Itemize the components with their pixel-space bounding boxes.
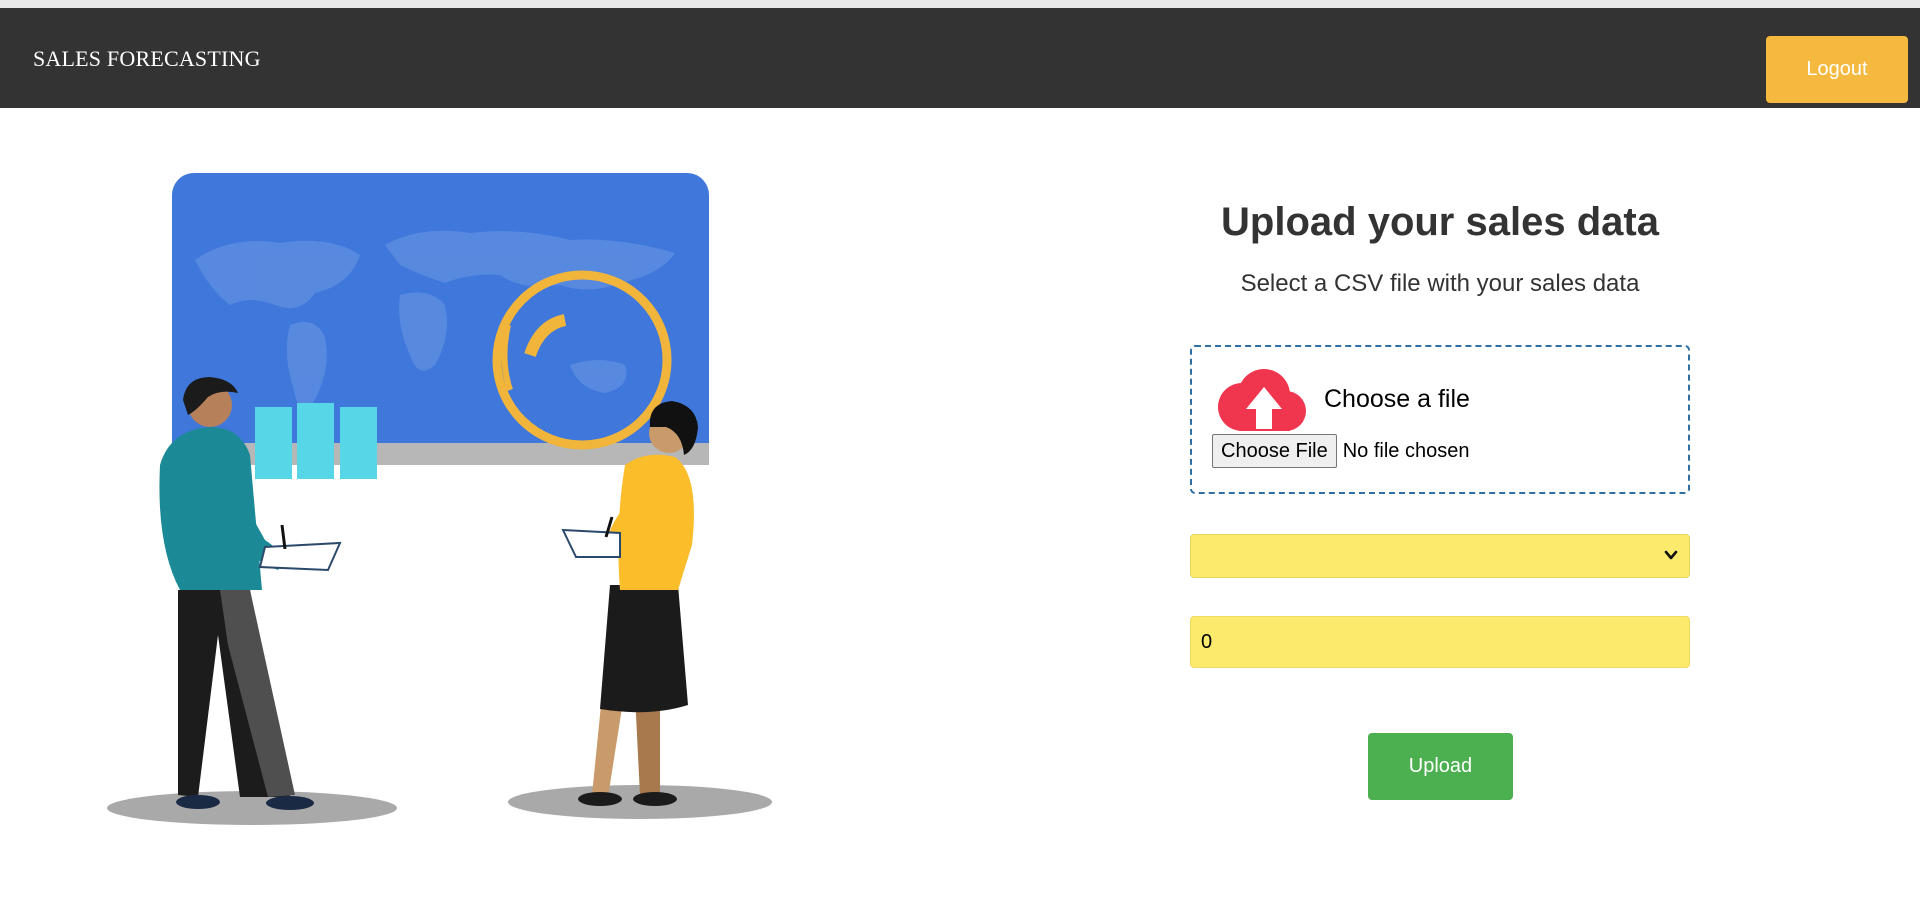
- column-select[interactable]: [1190, 534, 1690, 578]
- form-subtitle: Select a CSV file with your sales data: [1240, 270, 1640, 297]
- logout-button[interactable]: Logout: [1766, 36, 1908, 103]
- upload-button[interactable]: Upload: [1368, 733, 1513, 800]
- cloud-upload-icon: [1218, 369, 1306, 431]
- screen-bar-3: [340, 407, 377, 479]
- screen-bar-1: [255, 407, 292, 479]
- form-title: Upload your sales data: [1221, 200, 1659, 244]
- screen-bar-2: [297, 403, 334, 479]
- sales-presentation-illustration: [107, 173, 772, 825]
- top-strip: [0, 0, 1920, 8]
- monitor: [172, 173, 709, 479]
- forecast-number-input[interactable]: [1190, 616, 1690, 668]
- file-dropzone[interactable]: Choose a file Choose File No file chosen: [1190, 345, 1690, 494]
- chevron-down-icon: [1664, 550, 1678, 560]
- choose-file-label: Choose a file: [1324, 385, 1470, 413]
- file-input-row: Choose File No file chosen: [1212, 434, 1469, 468]
- brand-title: SALES FORECASTING: [33, 46, 261, 71]
- file-status-text: No file chosen: [1342, 439, 1470, 462]
- choose-file-button[interactable]: Choose File: [1212, 434, 1337, 468]
- navbar: SALES FORECASTING Logout: [0, 8, 1920, 108]
